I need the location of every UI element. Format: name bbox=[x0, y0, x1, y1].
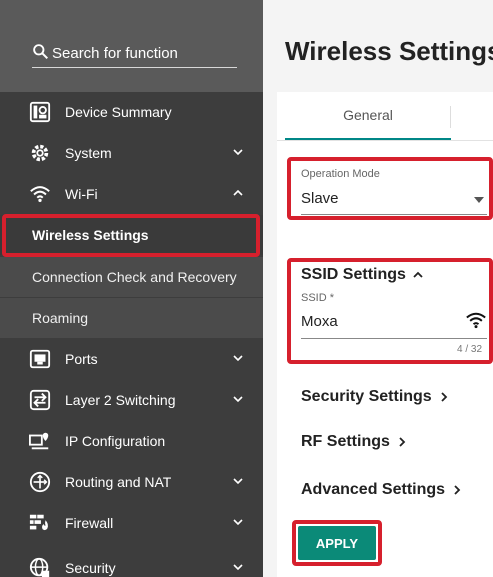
device-summary-icon bbox=[27, 100, 53, 124]
sidebar-item-label: IP Configuration bbox=[65, 433, 166, 449]
sidebar-item-routing-nat[interactable]: Routing and NAT bbox=[0, 462, 263, 502]
tab-bar-divider bbox=[277, 140, 493, 141]
chevron-down-icon bbox=[233, 355, 243, 362]
highlight-frame-wireless-settings bbox=[2, 214, 260, 257]
chevron-down-icon bbox=[233, 149, 243, 156]
sidebar-item-label: Device Summary bbox=[65, 104, 172, 120]
main-content: Wireless Settings General Operation Mode… bbox=[263, 0, 493, 577]
routing-icon bbox=[27, 470, 53, 494]
sidebar-item-label: Firewall bbox=[65, 515, 114, 531]
switching-icon bbox=[27, 388, 53, 412]
highlight-frame-ssid-settings bbox=[287, 258, 493, 364]
chevron-up-icon bbox=[233, 189, 243, 196]
search-placeholder: Search for function bbox=[52, 45, 178, 62]
sidebar-item-label: Layer 2 Switching bbox=[65, 392, 176, 408]
security-settings-title: Security Settings bbox=[301, 388, 432, 405]
tab-divider bbox=[450, 106, 451, 128]
chevron-down-icon bbox=[233, 519, 243, 526]
search-icon bbox=[32, 43, 52, 64]
sidebar-item-label: Routing and NAT bbox=[65, 474, 172, 490]
sidebar-item-ports[interactable]: Ports bbox=[0, 339, 263, 379]
advanced-settings-header[interactable]: Advanced Settings bbox=[301, 481, 462, 499]
rf-settings-title: RF Settings bbox=[301, 433, 390, 450]
chevron-right-icon bbox=[441, 392, 447, 402]
sidebar-item-layer2-switching[interactable]: Layer 2 Switching bbox=[0, 380, 263, 420]
highlight-frame-operation-mode bbox=[287, 157, 493, 220]
chevron-down-icon bbox=[233, 478, 243, 485]
sidebar-item-wifi[interactable]: Wi-Fi bbox=[0, 174, 263, 214]
ports-icon bbox=[27, 347, 53, 371]
chevron-down-icon bbox=[233, 564, 243, 571]
sidebar-subitem-label: Roaming bbox=[32, 310, 89, 326]
page-title: Wireless Settings bbox=[285, 36, 493, 66]
sidebar-item-system[interactable]: System bbox=[0, 133, 263, 173]
sidebar-item-device-summary[interactable]: Device Summary bbox=[0, 92, 263, 132]
sidebar: Search for function Device Summary Syste… bbox=[0, 0, 263, 577]
sidebar-item-label: System bbox=[65, 145, 112, 161]
sidebar-item-ip-configuration[interactable]: IP Configuration bbox=[0, 421, 263, 461]
sidebar-item-label: Ports bbox=[65, 351, 98, 367]
sidebar-subitem-connection-check[interactable]: Connection Check and Recovery bbox=[0, 257, 263, 297]
globe-lock-icon bbox=[27, 556, 53, 577]
sidebar-item-label: Wi-Fi bbox=[65, 186, 98, 202]
chevron-right-icon bbox=[454, 485, 461, 495]
firewall-icon bbox=[27, 511, 53, 535]
sidebar-item-security[interactable]: Security bbox=[0, 548, 263, 577]
security-settings-header[interactable]: Security Settings bbox=[301, 388, 449, 406]
ip-config-icon bbox=[27, 429, 53, 453]
sidebar-item-label: Security bbox=[65, 560, 116, 576]
rf-settings-header[interactable]: RF Settings bbox=[301, 433, 407, 451]
highlight-frame-apply bbox=[292, 520, 382, 566]
sidebar-subitem-label: Connection Check and Recovery bbox=[32, 269, 237, 285]
gear-icon bbox=[27, 141, 53, 165]
tab-general[interactable]: General bbox=[285, 92, 451, 140]
search-input[interactable]: Search for function bbox=[32, 40, 237, 68]
sidebar-subitem-roaming[interactable]: Roaming bbox=[0, 298, 263, 338]
search-area: Search for function bbox=[0, 0, 263, 92]
wifi-icon bbox=[27, 182, 53, 206]
chevron-down-icon bbox=[233, 396, 243, 403]
chevron-right-icon bbox=[399, 437, 406, 447]
sidebar-item-firewall[interactable]: Firewall bbox=[0, 503, 263, 543]
advanced-settings-title: Advanced Settings bbox=[301, 481, 446, 498]
